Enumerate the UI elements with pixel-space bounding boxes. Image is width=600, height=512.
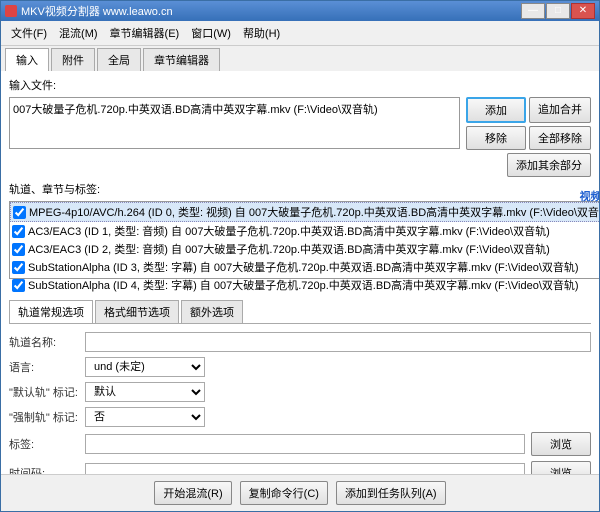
menu-file[interactable]: 文件(F) — [5, 23, 53, 43]
menu-window[interactable]: 窗口(W) — [185, 23, 237, 43]
forced-flag-select[interactable]: 否 — [85, 407, 205, 427]
track-label: AC3/EAC3 (ID 2, 类型: 音频) 自 007大破量子危机.720p… — [28, 241, 550, 257]
track-row[interactable]: MPEG-4p10/AVC/h.264 (ID 0, 类型: 视频) 自 007… — [10, 202, 599, 222]
track-list[interactable]: MPEG-4p10/AVC/h.264 (ID 0, 类型: 视频) 自 007… — [9, 201, 599, 279]
menu-help[interactable]: 帮助(H) — [237, 23, 286, 43]
track-checkbox[interactable] — [13, 206, 26, 219]
language-label: 语言: — [9, 359, 79, 375]
tab-attach[interactable]: 附件 — [51, 48, 95, 71]
append-merge-button[interactable]: 追加合并 — [529, 97, 591, 123]
tags-browse-button[interactable]: 浏览 — [531, 432, 591, 456]
track-row[interactable]: SubStationAlpha (ID 3, 类型: 字幕) 自 007大破量子… — [10, 258, 599, 276]
track-row[interactable]: AC3/EAC3 (ID 1, 类型: 音频) 自 007大破量子危机.720p… — [10, 222, 599, 240]
track-options-form: 轨道名称: 语言: und (未定) "默认轨" 标记: 默认 "强制轨" 标记: 否… — [9, 328, 591, 474]
remove-all-button[interactable]: 全部移除 — [529, 126, 591, 150]
menubar: 文件(F) 混流(M) 章节编辑器(E) 窗口(W) 帮助(H) — [1, 21, 599, 46]
tab-input[interactable]: 输入 — [5, 48, 49, 71]
titlebar: MKV视频分割器 www.leawo.cn — □ ✕ — [1, 1, 599, 21]
track-label: AC3/EAC3 (ID 1, 类型: 音频) 自 007大破量子危机.720p… — [28, 223, 550, 239]
track-checkbox[interactable] — [12, 279, 25, 292]
tracks-label: 轨道、章节与标签: — [9, 181, 591, 197]
forced-flag-label: "强制轨" 标记: — [9, 409, 79, 425]
subtab-general[interactable]: 轨道常规选项 — [9, 300, 93, 323]
tab-global[interactable]: 全局 — [97, 48, 141, 71]
timecode-browse-button[interactable]: 浏览 — [531, 461, 591, 474]
input-file-list[interactable]: 007大破量子危机.720p.中英双语.BD高清中英双字幕.mkv (F:\Vi… — [9, 97, 460, 149]
track-checkbox[interactable] — [12, 261, 25, 274]
close-button[interactable]: ✕ — [571, 3, 595, 19]
default-flag-label: "默认轨" 标记: — [9, 384, 79, 400]
default-flag-select[interactable]: 默认 — [85, 382, 205, 402]
track-row[interactable]: SubStationAlpha (ID 4, 类型: 字幕) 自 007大破量子… — [10, 276, 599, 294]
timecode-input[interactable] — [85, 463, 525, 474]
input-files-label: 输入文件: — [9, 77, 591, 93]
start-mux-button[interactable]: 开始混流(R) — [154, 481, 231, 505]
track-checkbox[interactable] — [12, 243, 25, 256]
track-checkbox[interactable] — [12, 225, 25, 238]
tags-label: 标签: — [9, 436, 79, 452]
track-name-label: 轨道名称: — [9, 334, 79, 350]
track-label: MPEG-4p10/AVC/h.264 (ID 0, 类型: 视频) 自 007… — [29, 204, 599, 220]
subtab-extra[interactable]: 额外选项 — [181, 300, 243, 323]
app-icon — [5, 5, 17, 17]
track-name-input[interactable] — [85, 332, 591, 352]
content: 输入文件: 007大破量子危机.720p.中英双语.BD高清中英双字幕.mkv … — [1, 71, 599, 474]
add-queue-button[interactable]: 添加到任务队列(A) — [336, 481, 446, 505]
app-window: MKV视频分割器 www.leawo.cn — □ ✕ 文件(F) 混流(M) … — [0, 0, 600, 512]
timecode-label: 时间码: — [9, 465, 79, 474]
minimize-button[interactable]: — — [521, 3, 545, 19]
add-button[interactable]: 添加 — [466, 97, 526, 123]
tab-chapters[interactable]: 章节编辑器 — [143, 48, 220, 71]
main-tabs: 输入 附件 全局 章节编辑器 — [1, 46, 599, 71]
copy-cmd-button[interactable]: 复制命令行(C) — [240, 481, 328, 505]
add-rest-button[interactable]: 添加其余部分 — [507, 153, 591, 177]
language-select[interactable]: und (未定) — [85, 357, 205, 377]
track-row[interactable]: AC3/EAC3 (ID 2, 类型: 音频) 自 007大破量子危机.720p… — [10, 240, 599, 258]
window-title: MKV视频分割器 www.leawo.cn — [21, 3, 173, 19]
tags-input[interactable] — [85, 434, 525, 454]
annotation-video: 视频流 — [580, 188, 599, 204]
bottom-buttons: 开始混流(R) 复制命令行(C) 添加到任务队列(A) — [1, 474, 599, 511]
track-label: SubStationAlpha (ID 3, 类型: 字幕) 自 007大破量子… — [28, 259, 579, 275]
remove-button[interactable]: 移除 — [466, 126, 526, 150]
menu-mux[interactable]: 混流(M) — [53, 23, 104, 43]
menu-chapter[interactable]: 章节编辑器(E) — [104, 23, 186, 43]
maximize-button[interactable]: □ — [546, 3, 570, 19]
file-entry[interactable]: 007大破量子危机.720p.中英双语.BD高清中英双字幕.mkv (F:\Vi… — [13, 101, 456, 117]
track-label: SubStationAlpha (ID 4, 类型: 字幕) 自 007大破量子… — [28, 277, 579, 293]
subtabs: 轨道常规选项 格式细节选项 额外选项 — [9, 300, 591, 324]
subtab-format[interactable]: 格式细节选项 — [95, 300, 179, 323]
